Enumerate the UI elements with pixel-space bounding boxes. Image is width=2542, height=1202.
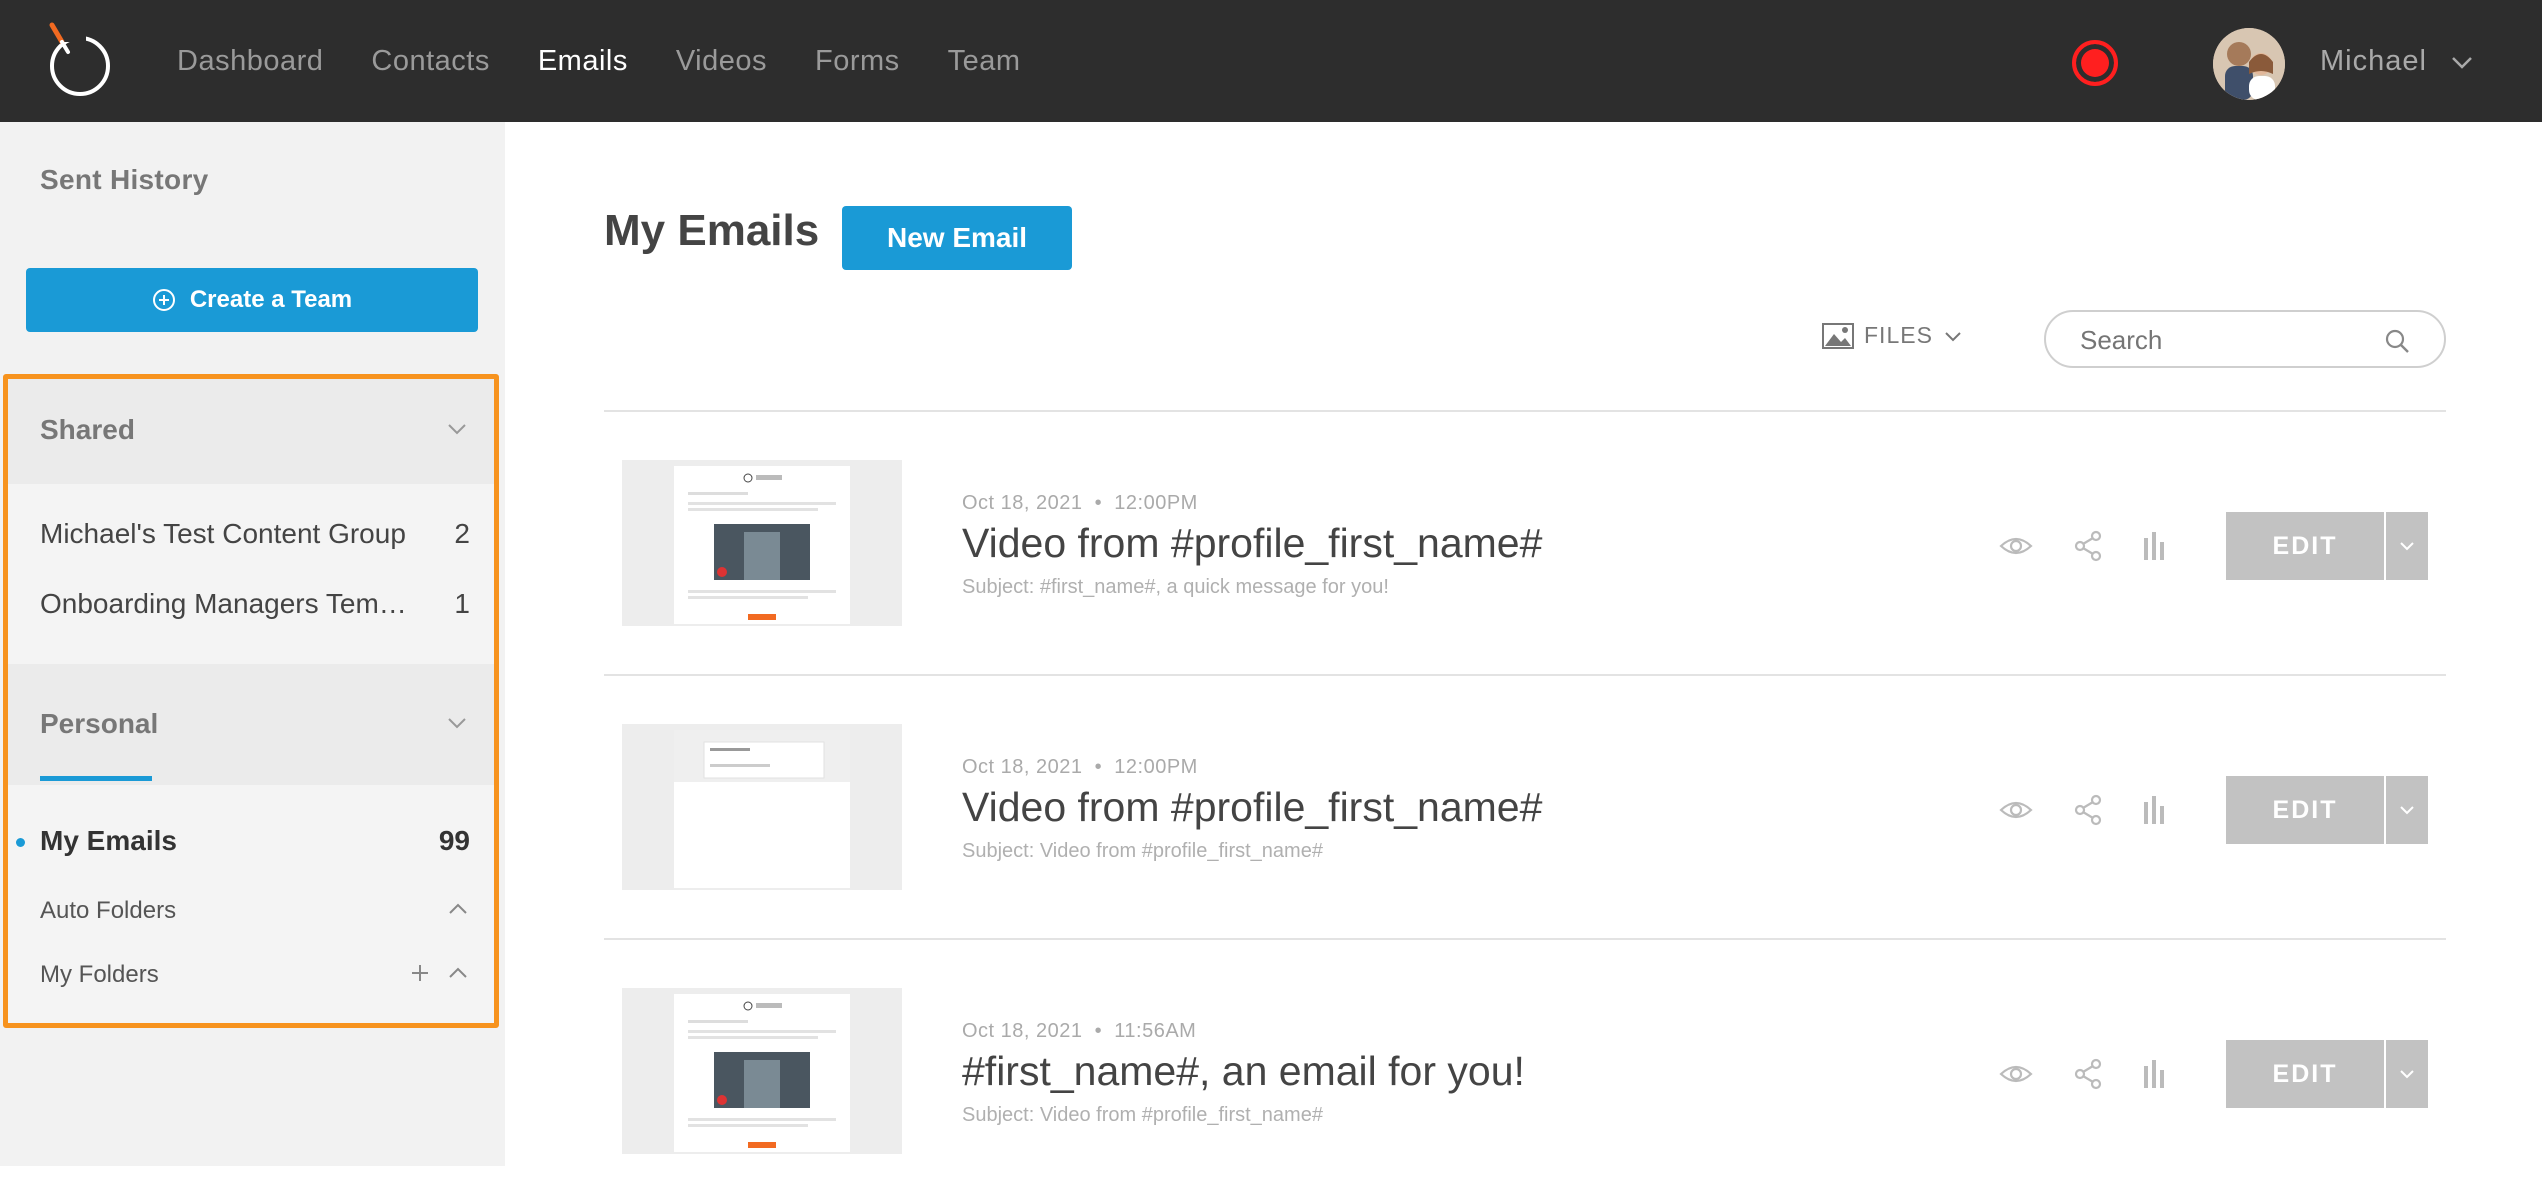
edit-button[interactable]: EDIT — [2226, 512, 2384, 580]
top-navigation-bar: Dashboard Contacts Emails Videos Forms T… — [0, 0, 2542, 122]
files-label: FILES — [1864, 322, 1933, 348]
main-nav: Dashboard Contacts Emails Videos Forms T… — [177, 0, 1069, 122]
files-dropdown[interactable]: FILES — [1822, 322, 1963, 349]
email-row[interactable]: Oct 18, 2021 • 12:00PM Video from #profi… — [604, 674, 2446, 938]
app-logo-icon[interactable] — [42, 20, 118, 102]
nav-dashboard[interactable]: Dashboard — [177, 45, 323, 78]
chevron-down-icon — [2400, 1070, 2414, 1079]
analytics-icon[interactable] — [2136, 1056, 2172, 1092]
share-icon[interactable] — [2070, 792, 2106, 828]
thumbnail-page — [674, 994, 850, 1152]
email-subject: Subject: Video from #profile_first_name# — [962, 1104, 1323, 1126]
new-email-button[interactable]: New Email — [842, 206, 1072, 270]
email-subject: Subject: #first_name#, a quick message f… — [962, 576, 1389, 598]
record-icon[interactable] — [2072, 40, 2118, 86]
edit-button[interactable]: EDIT — [2226, 1040, 2384, 1108]
email-subject: Subject: Video from #profile_first_name# — [962, 840, 1323, 862]
share-icon[interactable] — [2070, 1056, 2106, 1092]
search-icon[interactable] — [2384, 328, 2410, 354]
user-name[interactable]: Michael — [2320, 45, 2427, 78]
chevron-down-icon[interactable] — [2448, 48, 2476, 76]
nav-videos[interactable]: Videos — [676, 45, 767, 78]
email-title[interactable]: Video from #profile_first_name# — [962, 784, 1542, 831]
plus-circle-icon — [152, 289, 175, 311]
eye-icon[interactable] — [1998, 1056, 2034, 1092]
email-timestamp: Oct 18, 2021 • 12:00PM — [962, 492, 1198, 514]
chevron-down-icon — [2400, 806, 2414, 815]
page-title: My Emails — [604, 206, 820, 255]
analytics-icon[interactable] — [2136, 528, 2172, 564]
eye-icon[interactable] — [1998, 792, 2034, 828]
chevron-down-icon — [2400, 542, 2414, 551]
avatar[interactable] — [2213, 28, 2285, 100]
create-team-button[interactable]: Create a Team — [26, 268, 478, 332]
email-row[interactable]: Oct 18, 2021 • 12:00PM Video from #profi… — [604, 410, 2446, 674]
edit-button[interactable]: EDIT — [2226, 776, 2384, 844]
thumbnail-page — [674, 730, 850, 888]
email-preview-icon — [688, 473, 836, 620]
email-preview-icon — [674, 730, 850, 782]
eye-icon[interactable] — [1998, 528, 2034, 564]
image-icon — [1822, 322, 1854, 349]
nav-contacts[interactable]: Contacts — [371, 45, 489, 78]
email-thumbnail[interactable] — [622, 460, 902, 626]
analytics-icon[interactable] — [2136, 792, 2172, 828]
email-timestamp: Oct 18, 2021 • 12:00PM — [962, 756, 1198, 778]
edit-options-button[interactable] — [2386, 512, 2428, 580]
email-row[interactable]: Oct 18, 2021 • 11:56AM #first_name#, an … — [604, 938, 2446, 1202]
nav-emails[interactable]: Emails — [538, 45, 628, 78]
nav-team[interactable]: Team — [948, 45, 1021, 78]
nav-forms[interactable]: Forms — [815, 45, 900, 78]
thumbnail-page — [674, 466, 850, 624]
email-thumbnail[interactable] — [622, 988, 902, 1154]
create-team-label: Create a Team — [189, 286, 353, 313]
search-box — [2044, 310, 2446, 368]
highlight-annotation — [3, 374, 499, 1028]
edit-options-button[interactable] — [2386, 1040, 2428, 1108]
sent-history-link[interactable]: Sent History — [40, 164, 209, 196]
search-input[interactable] — [2080, 322, 2380, 358]
email-title[interactable]: #first_name#, an email for you! — [962, 1048, 1525, 1095]
email-preview-icon — [688, 1001, 836, 1148]
email-timestamp: Oct 18, 2021 • 11:56AM — [962, 1020, 1197, 1042]
chevron-down-icon — [1945, 331, 1961, 341]
share-icon[interactable] — [2070, 528, 2106, 564]
user-photo-icon — [2213, 28, 2285, 100]
email-thumbnail[interactable] — [622, 724, 902, 890]
email-title[interactable]: Video from #profile_first_name# — [962, 520, 1542, 567]
edit-options-button[interactable] — [2386, 776, 2428, 844]
